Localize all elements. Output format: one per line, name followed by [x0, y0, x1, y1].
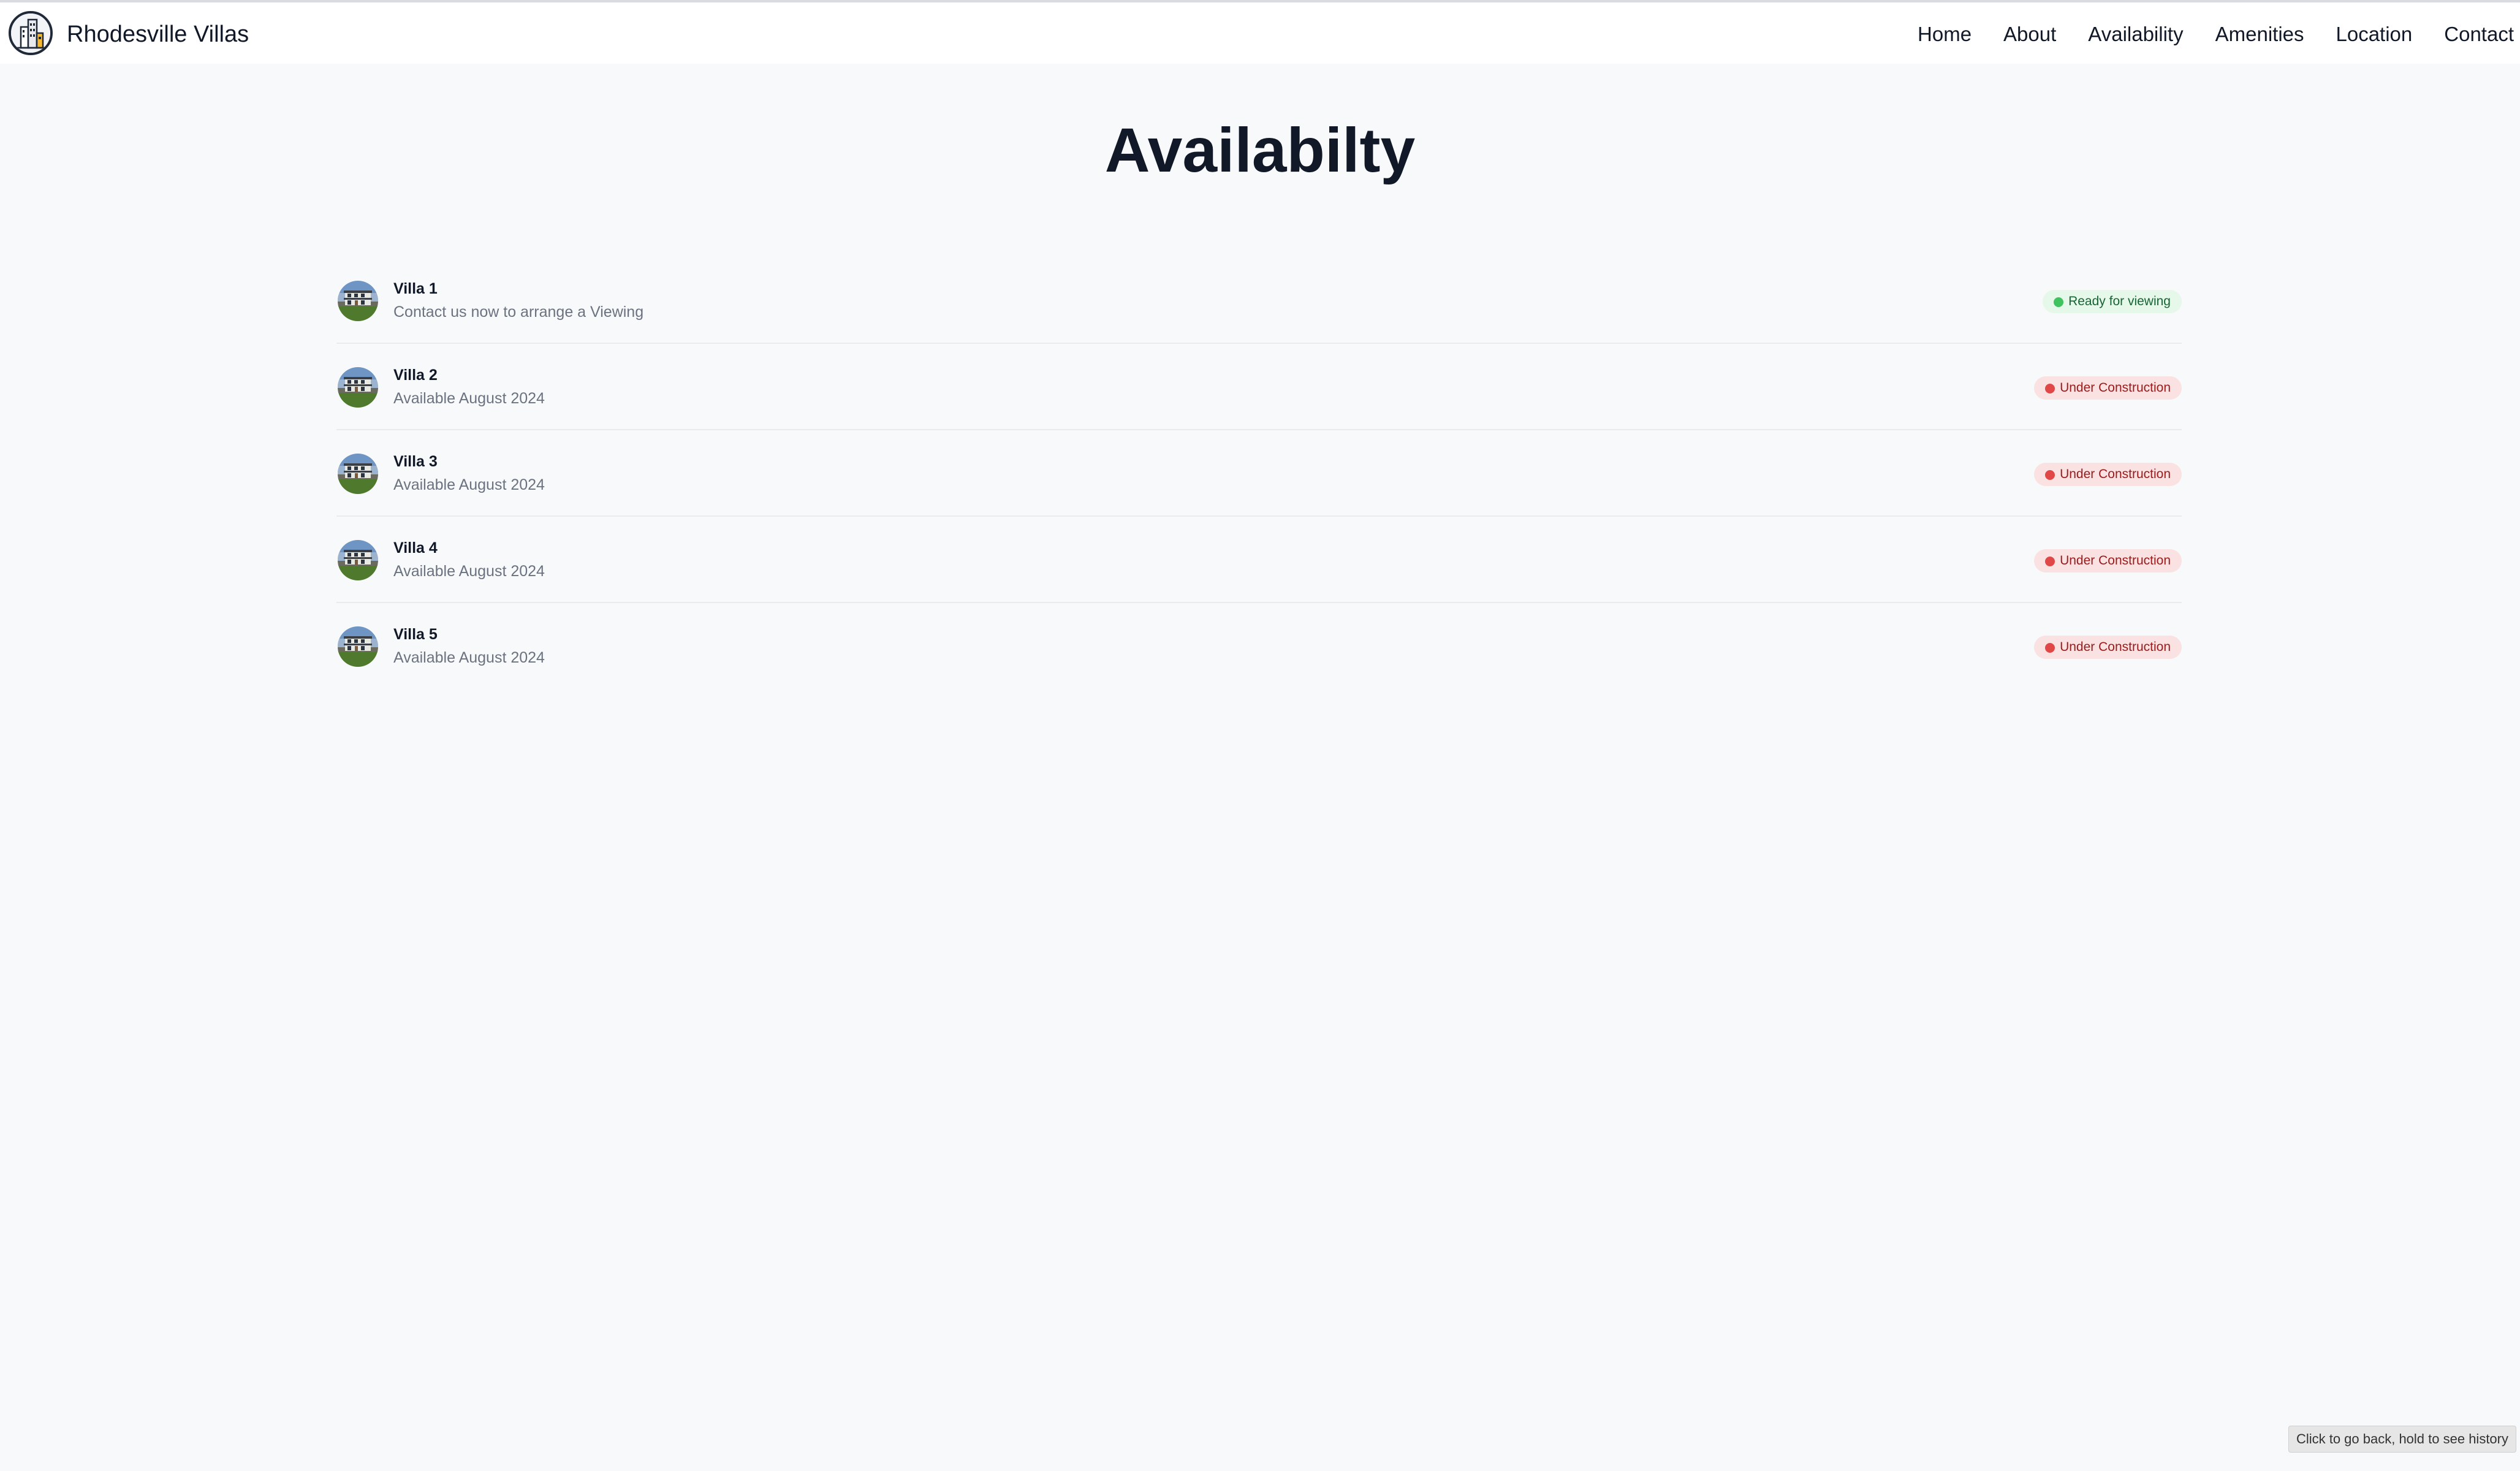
villa-name: Villa 2 [393, 367, 438, 384]
villa-name: Villa 1 [393, 280, 438, 297]
site-header: Rhodesville Villas Home About Availabili… [0, 2, 2520, 64]
villa-photo [338, 626, 378, 667]
villa-row[interactable]: Villa 3 Available August 2024 Under Cons… [336, 430, 2182, 517]
villa-subtitle: Available August 2024 [393, 563, 545, 580]
status-dot-icon [2045, 557, 2055, 566]
status-label: Under Construction [2060, 381, 2171, 395]
villa-name: Villa 5 [393, 626, 438, 643]
villa-photo [338, 540, 378, 580]
villa-subtitle: Available August 2024 [393, 476, 545, 493]
status-dot-icon [2045, 643, 2055, 653]
status-dot-icon [2045, 470, 2055, 480]
nav-availability-link[interactable]: Availability [2088, 21, 2183, 48]
villa-name: Villa 3 [393, 453, 438, 470]
status-label: Under Construction [2060, 640, 2171, 654]
villa-photo [338, 367, 378, 408]
villa-photo [338, 281, 378, 321]
back-button-tooltip: Click to go back, hold to see history [2288, 1426, 2516, 1453]
status-badge: Under Construction [2034, 376, 2182, 400]
status-label: Under Construction [2060, 553, 2171, 568]
villa-row[interactable]: Villa 4 Available August 2024 Under Cons… [336, 517, 2182, 603]
villa-subtitle: Available August 2024 [393, 390, 545, 407]
page-title: Availabilty [1104, 115, 1416, 185]
brand-name[interactable]: Rhodesville Villas [67, 21, 249, 48]
status-badge: Under Construction [2034, 549, 2182, 572]
status-badge: Ready for viewing [2043, 290, 2182, 313]
villa-row[interactable]: Villa 5 Available August 2024 Under Cons… [336, 603, 2182, 690]
villa-subtitle: Available August 2024 [393, 649, 545, 666]
status-badge: Under Construction [2034, 636, 2182, 659]
status-badge: Under Construction [2034, 463, 2182, 486]
nav-contact-link[interactable]: Contact [2444, 21, 2514, 48]
nav-about-link[interactable]: About [2003, 21, 2056, 48]
villa-subtitle: Contact us now to arrange a Viewing [393, 303, 644, 321]
main-nav: Home About Availability Amenities Locati… [1918, 21, 2520, 48]
nav-location-link[interactable]: Location [2336, 21, 2413, 48]
status-dot-icon [2054, 297, 2064, 307]
nav-home-link[interactable]: Home [1918, 21, 1972, 48]
villa-name: Villa 4 [393, 539, 438, 557]
villa-list: Villa 1 Contact us now to arrange a View… [336, 257, 2182, 690]
nav-amenities-link[interactable]: Amenities [2215, 21, 2304, 48]
status-label: Ready for viewing [2068, 294, 2171, 308]
status-dot-icon [2045, 384, 2055, 393]
building-logo-icon[interactable] [9, 11, 53, 55]
villa-row[interactable]: Villa 1 Contact us now to arrange a View… [336, 257, 2182, 344]
status-label: Under Construction [2060, 467, 2171, 481]
villa-photo [338, 454, 378, 494]
villa-row[interactable]: Villa 2 Available August 2024 Under Cons… [336, 344, 2182, 430]
